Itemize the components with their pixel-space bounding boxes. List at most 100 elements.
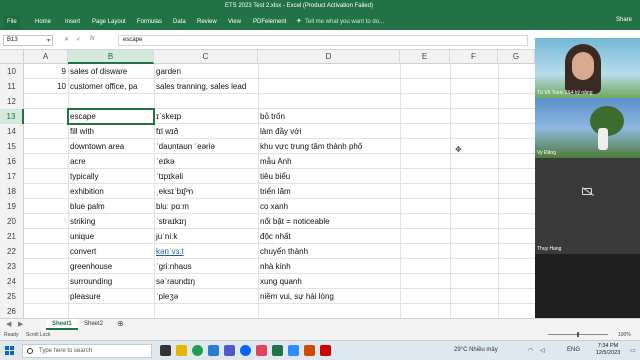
tab-home[interactable]: Home: [32, 16, 54, 30]
windows-start-icon[interactable]: [5, 346, 15, 356]
cell-a25[interactable]: [24, 289, 68, 304]
cell-c26[interactable]: [154, 304, 258, 318]
cell-c17[interactable]: ˈtɪpɪkəli: [154, 169, 258, 184]
cell-d21[interactable]: độc nhất: [258, 229, 400, 244]
cell-a16[interactable]: [24, 154, 68, 169]
cell-d22[interactable]: chuyển thành: [258, 244, 400, 259]
cell-b18[interactable]: exhibition: [68, 184, 154, 199]
cell-d20[interactable]: nổi bật = noticeable: [258, 214, 400, 229]
wifi-icon[interactable]: ◠: [528, 347, 533, 354]
column-header-b[interactable]: B: [68, 50, 154, 64]
chevron-down-icon[interactable]: ▾: [47, 37, 50, 44]
row-header[interactable]: 20: [0, 214, 24, 229]
cell-b17[interactable]: typically: [68, 169, 154, 184]
zoom-slider-knob[interactable]: [577, 332, 579, 337]
tab-file[interactable]: File: [4, 16, 20, 30]
cell-b26[interactable]: [68, 304, 154, 318]
row-header[interactable]: 19: [0, 199, 24, 214]
cell-a18[interactable]: [24, 184, 68, 199]
cell-a13[interactable]: [24, 109, 68, 124]
cell-d13[interactable]: bỏ trốn: [258, 109, 400, 124]
task-view-icon[interactable]: [160, 345, 171, 356]
add-sheet-icon[interactable]: ⊕: [117, 319, 124, 328]
zoom-level[interactable]: 100%: [618, 332, 631, 338]
cell-d18[interactable]: triển lãm: [258, 184, 400, 199]
participant-tile[interactable]: Thuy Hang: [535, 158, 640, 254]
row-header[interactable]: 13: [0, 109, 24, 124]
clock[interactable]: 7:34 PM 12/5/2023: [590, 343, 626, 357]
insert-function-icon[interactable]: fx: [90, 36, 95, 42]
cell-c20[interactable]: ˈstraɪkɪŋ: [154, 214, 258, 229]
tab-data[interactable]: Data: [170, 16, 189, 30]
app-icon[interactable]: [256, 345, 267, 356]
sheet-tab-1[interactable]: Sheet1: [46, 319, 78, 330]
cell-b15[interactable]: downtown area: [68, 139, 154, 154]
pdfelement-icon[interactable]: [320, 345, 331, 356]
cell-a20[interactable]: [24, 214, 68, 229]
cancel-icon[interactable]: ✕: [64, 36, 69, 43]
row-header[interactable]: 24: [0, 274, 24, 289]
row-header[interactable]: 18: [0, 184, 24, 199]
row-header[interactable]: 21: [0, 229, 24, 244]
cell-a10[interactable]: 9: [24, 64, 68, 79]
cell-b22[interactable]: convert: [68, 244, 154, 259]
cell-c19[interactable]: bluː pɑːm: [154, 199, 258, 214]
cell-c21[interactable]: juˈniːk: [154, 229, 258, 244]
cell-a17[interactable]: [24, 169, 68, 184]
app-icon[interactable]: [304, 345, 315, 356]
cell-b19[interactable]: blue palm: [68, 199, 154, 214]
name-box[interactable]: B13 ▾: [3, 35, 53, 46]
cell-d10[interactable]: [258, 64, 400, 79]
cell-a15[interactable]: [24, 139, 68, 154]
prev-sheet-icon[interactable]: ◀: [6, 320, 11, 328]
tab-insert[interactable]: Insert: [62, 16, 83, 30]
row-header[interactable]: 10: [0, 64, 24, 79]
row-header[interactable]: 11: [0, 79, 24, 94]
cell-c18[interactable]: ˌeksɪˈbɪʃᵊn: [154, 184, 258, 199]
row-header[interactable]: 17: [0, 169, 24, 184]
cell-b11[interactable]: customer office, pa: [68, 79, 154, 94]
cell-a22[interactable]: [24, 244, 68, 259]
cell-b24[interactable]: surrounding: [68, 274, 154, 289]
cell-c14[interactable]: fɪl wɪð: [154, 124, 258, 139]
sheet-tab-2[interactable]: Sheet2: [78, 319, 109, 330]
tab-page-layout[interactable]: Page Layout: [89, 16, 129, 30]
column-header-f[interactable]: F: [450, 50, 498, 64]
tab-review[interactable]: Review: [194, 16, 220, 30]
cell-d19[interactable]: cọ xanh: [258, 199, 400, 214]
cell-b23[interactable]: greenhouse: [68, 259, 154, 274]
zoom-app-icon[interactable]: [288, 345, 299, 356]
cell-d23[interactable]: nhà kính: [258, 259, 400, 274]
edge-icon[interactable]: [208, 345, 219, 356]
enter-icon[interactable]: ✓: [76, 36, 81, 43]
column-header-d[interactable]: D: [258, 50, 400, 64]
share-button[interactable]: Share: [616, 17, 632, 23]
cell-c12[interactable]: [154, 94, 258, 109]
cell-a24[interactable]: [24, 274, 68, 289]
worksheet-grid[interactable]: 10 9 sales of disware garden 11 10 customer of…: [0, 64, 535, 318]
cell-b25[interactable]: pleasure: [68, 289, 154, 304]
row-header[interactable]: 23: [0, 259, 24, 274]
cell-d26[interactable]: [258, 304, 400, 318]
chrome-icon[interactable]: [192, 345, 203, 356]
cell-c15[interactable]: ˈdaʊntaʊn ˈeəriə: [154, 139, 258, 154]
cell-d12[interactable]: [258, 94, 400, 109]
cell-c24[interactable]: səˈraʊndɪŋ: [154, 274, 258, 289]
cell-c16[interactable]: ˈeɪkə: [154, 154, 258, 169]
cell-d16[interactable]: mẫu Anh: [258, 154, 400, 169]
column-header-a[interactable]: A: [24, 50, 68, 64]
cell-d25[interactable]: niềm vui, sự hài lòng: [258, 289, 400, 304]
cell-b12[interactable]: [68, 94, 154, 109]
weather-status[interactable]: 29°C Nhiều mây: [454, 347, 498, 353]
cell-c23[interactable]: ˈɡriːnhaʊs: [154, 259, 258, 274]
cell-a12[interactable]: [24, 94, 68, 109]
cell-b21[interactable]: unique: [68, 229, 154, 244]
cell-d15[interactable]: khu vực trung tâm thành phố: [258, 139, 400, 154]
row-header[interactable]: 22: [0, 244, 24, 259]
row-header[interactable]: 12: [0, 94, 24, 109]
row-header[interactable]: 25: [0, 289, 24, 304]
input-language[interactable]: ENG: [567, 347, 580, 353]
cell-a11[interactable]: 10: [24, 79, 68, 94]
cell-a26[interactable]: [24, 304, 68, 318]
cell-a21[interactable]: [24, 229, 68, 244]
